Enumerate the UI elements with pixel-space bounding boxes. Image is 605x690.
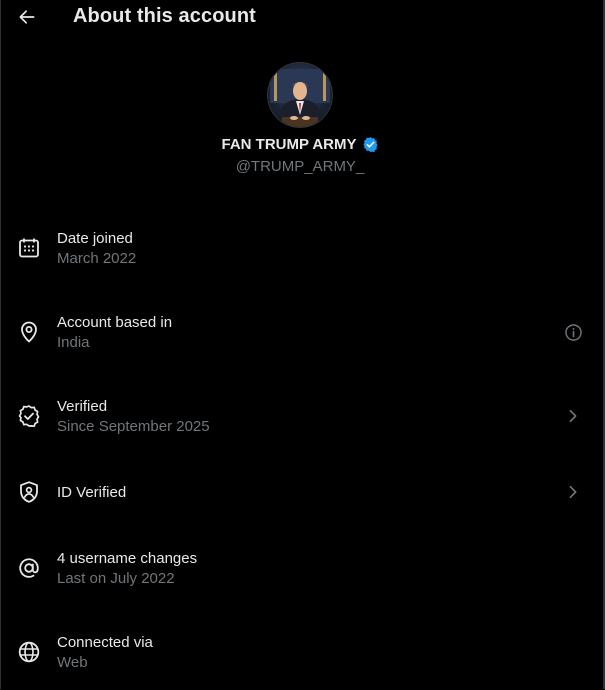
row-value: Web — [57, 654, 88, 671]
row-text: Verified Since September 2025 — [57, 397, 210, 436]
profile-summary: FAN TRUMP ARMY @TRUMP_ARMY_ — [0, 62, 600, 175]
row-text: Account based in India — [57, 313, 172, 352]
info-button[interactable] — [562, 321, 584, 343]
row-text: ID Verified — [57, 483, 126, 502]
header: About this account — [0, 0, 600, 34]
row-connected-via: Connected via Web — [0, 630, 600, 690]
row-value: Last on July 2022 — [57, 570, 175, 587]
globe-icon — [18, 641, 40, 663]
chevron-right-icon — [569, 409, 577, 423]
row-verified[interactable]: Verified Since September 2025 — [0, 394, 600, 454]
chevron-right-icon — [569, 485, 577, 499]
verified-chevron[interactable] — [562, 405, 584, 427]
id-verified-chevron[interactable] — [562, 481, 584, 503]
row-date-joined: Date joined March 2022 — [0, 226, 600, 286]
display-name-row: FAN TRUMP ARMY — [0, 136, 600, 153]
row-username-changes: 4 username changes Last on July 2022 — [0, 546, 600, 606]
row-label: ID Verified — [57, 484, 127, 501]
back-button[interactable] — [14, 4, 40, 30]
id-shield-icon — [20, 481, 38, 503]
row-value: India — [57, 334, 90, 351]
page-title: About this account — [73, 5, 256, 27]
avatar[interactable] — [267, 62, 333, 128]
row-label: Account based in — [57, 314, 173, 331]
back-arrow-icon — [19, 10, 35, 24]
location-pin-icon — [21, 321, 37, 343]
username-handle: @TRUMP_ARMY_ — [235, 158, 365, 175]
row-id-verified[interactable]: ID Verified — [0, 462, 600, 522]
verified-badge-icon — [18, 405, 40, 428]
verified-checkmark-icon — [362, 137, 378, 153]
calendar-icon — [19, 238, 39, 258]
row-label: Date joined — [57, 230, 133, 247]
info-icon — [564, 323, 582, 341]
row-label: Connected via — [57, 634, 153, 651]
row-text: 4 username changes Last on July 2022 — [57, 549, 197, 588]
row-label: 4 username changes — [57, 550, 198, 567]
row-text: Connected via Web — [57, 633, 153, 672]
row-value: Since September 2025 — [57, 418, 210, 435]
avatar-portrait-image — [270, 69, 330, 127]
row-account-based-in: Account based in India — [0, 310, 600, 370]
display-name: FAN TRUMP ARMY — [221, 136, 357, 153]
at-sign-icon — [19, 558, 39, 578]
row-label: Verified — [57, 398, 108, 415]
row-text: Date joined March 2022 — [57, 229, 136, 268]
row-value: March 2022 — [57, 250, 137, 267]
